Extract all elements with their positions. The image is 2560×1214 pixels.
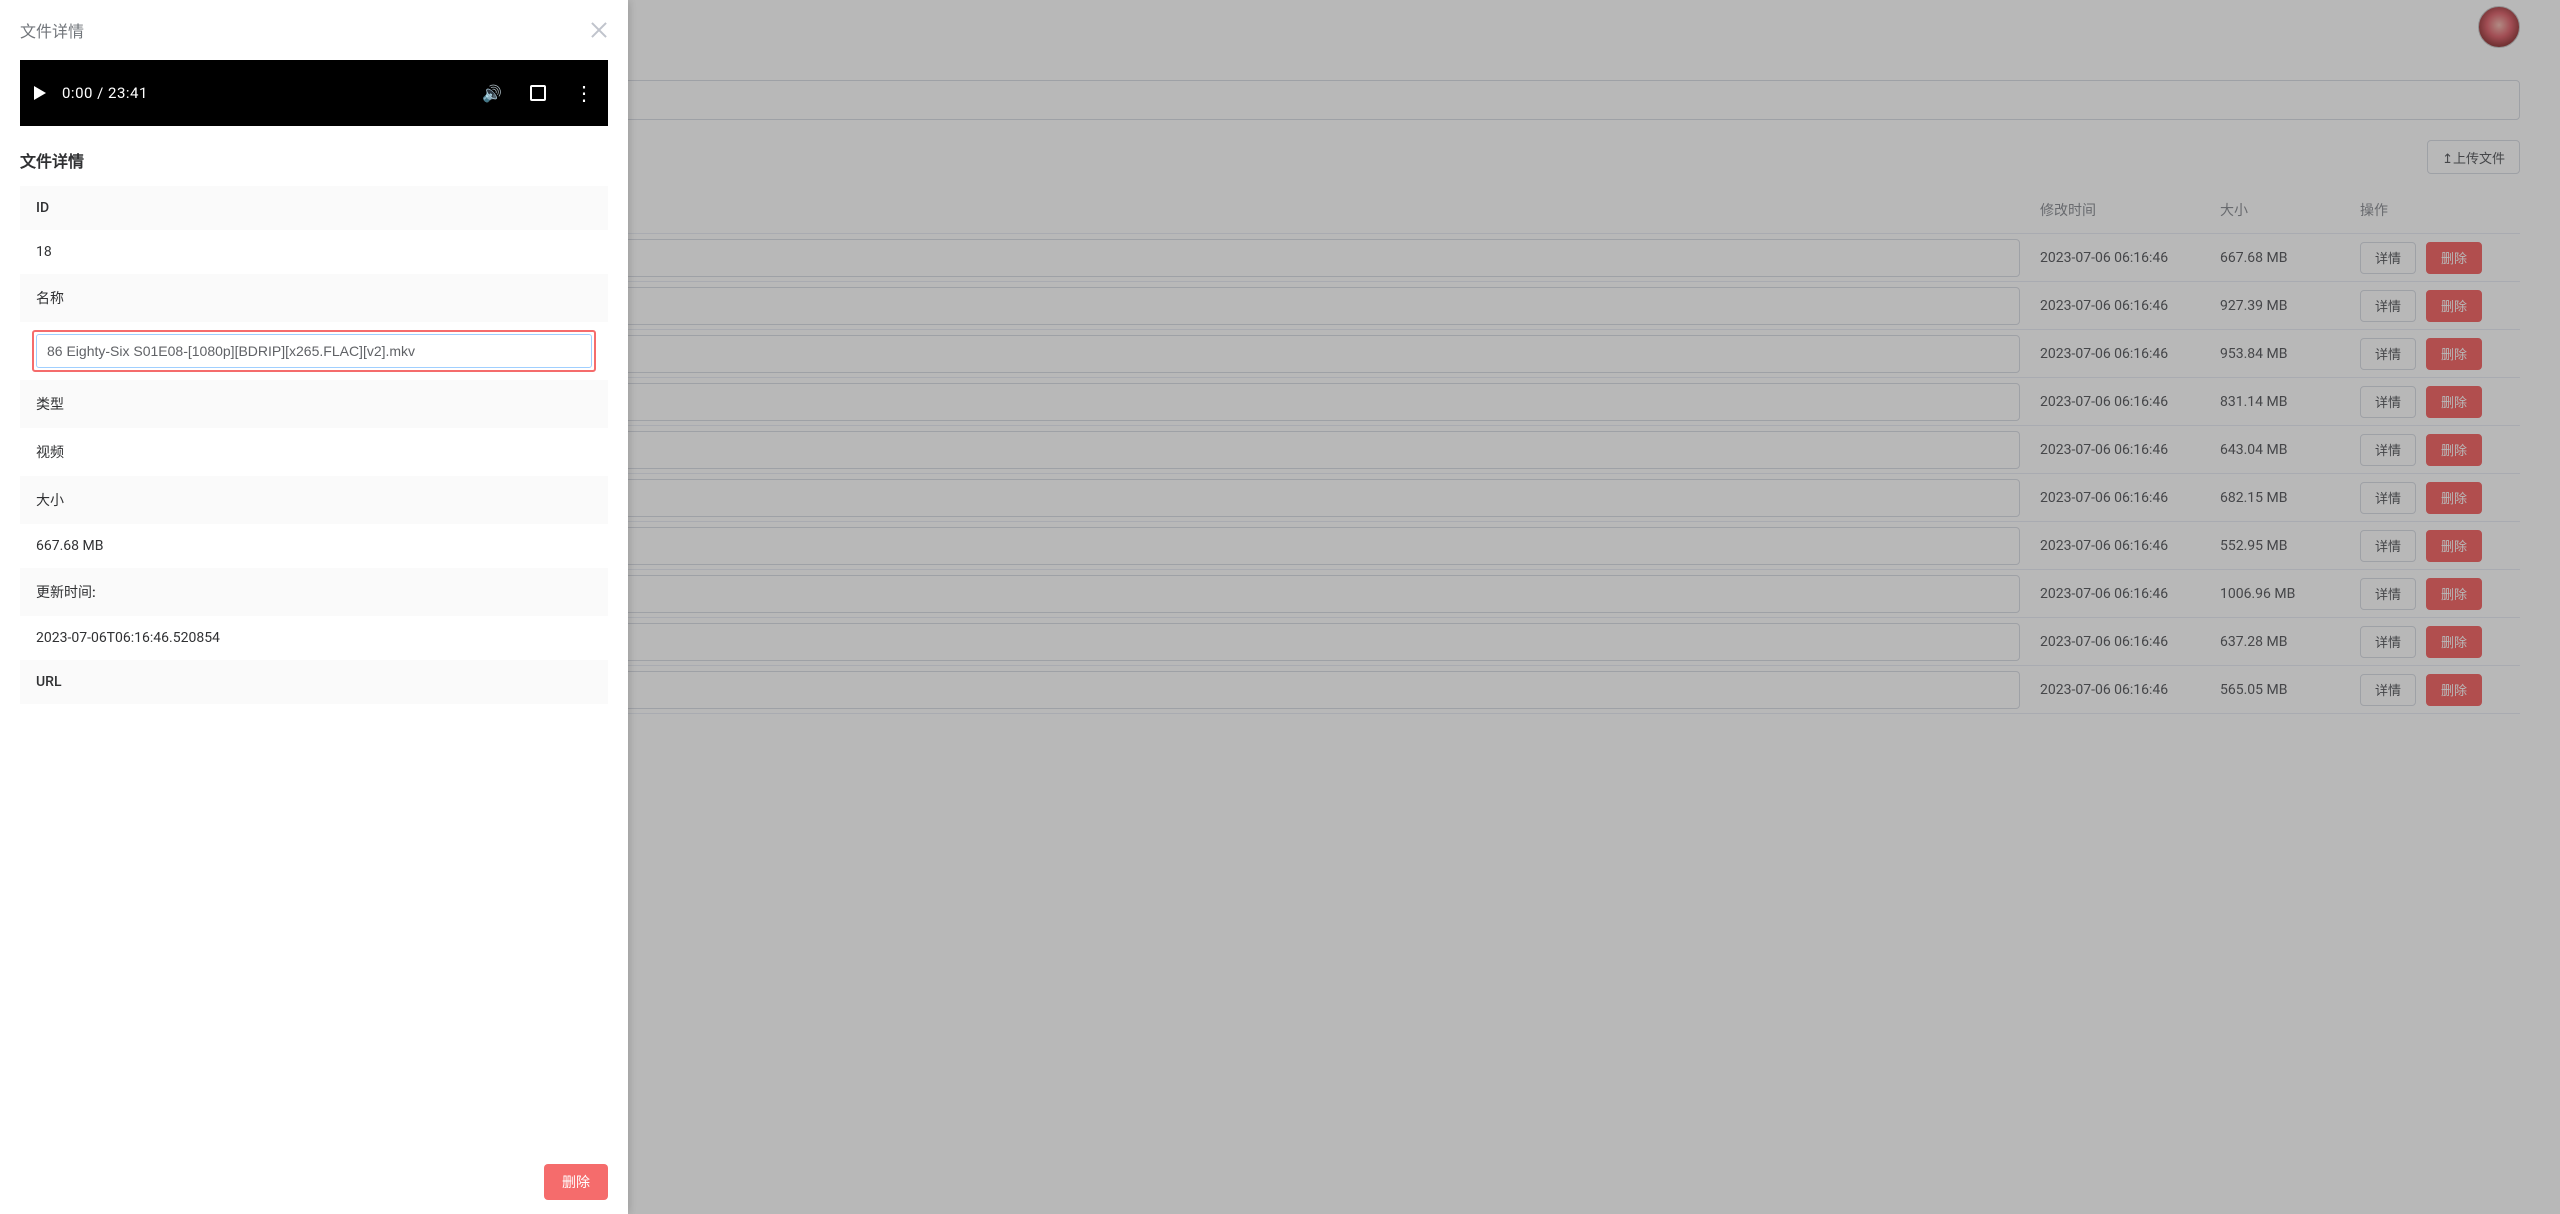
more-icon[interactable] — [574, 81, 594, 105]
drawer-delete-button[interactable]: 删除 — [544, 1164, 608, 1200]
drawer-body[interactable]: 0:00 / 23:41 文件详情 ID 18 名称 类型 视频 大小 667.… — [0, 60, 628, 1154]
label-type: 类型 — [20, 380, 608, 428]
close-icon[interactable] — [590, 21, 608, 39]
section-title: 文件详情 — [20, 148, 608, 172]
label-id: ID — [20, 186, 608, 230]
value-type: 视频 — [20, 428, 608, 476]
label-url: URL — [20, 660, 608, 704]
value-id: 18 — [20, 230, 608, 274]
fullscreen-icon[interactable] — [530, 85, 546, 101]
name-input[interactable] — [36, 334, 592, 368]
name-input-highlight — [32, 330, 596, 372]
drawer-title: 文件详情 — [20, 18, 84, 42]
video-time: 0:00 / 23:41 — [62, 84, 148, 102]
value-size: 667.68 MB — [20, 524, 608, 568]
label-updated: 更新时间: — [20, 568, 608, 616]
video-player[interactable]: 0:00 / 23:41 — [20, 60, 608, 126]
label-name: 名称 — [20, 274, 608, 322]
value-updated: 2023-07-06T06:16:46.520854 — [20, 616, 608, 660]
play-icon[interactable] — [34, 86, 46, 100]
file-detail-drawer: 文件详情 0:00 / 23:41 文件详情 ID 18 名称 类型 视频 — [0, 0, 628, 1214]
volume-icon[interactable] — [482, 84, 502, 103]
label-size: 大小 — [20, 476, 608, 524]
